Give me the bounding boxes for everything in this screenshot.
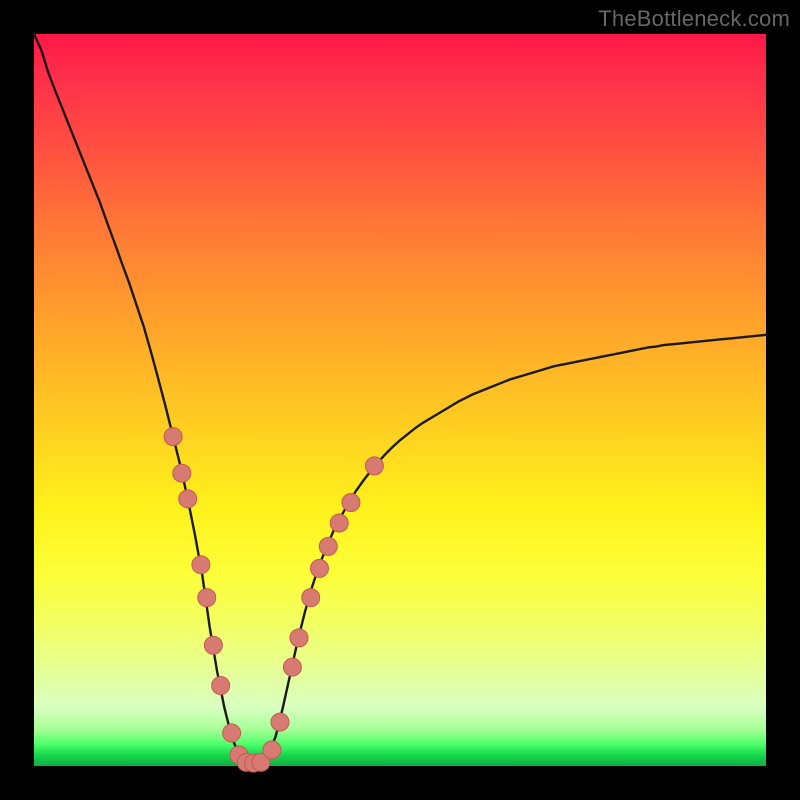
data-marker xyxy=(310,559,328,577)
data-marker xyxy=(302,589,320,607)
data-marker xyxy=(198,589,216,607)
data-marker xyxy=(173,464,191,482)
data-marker xyxy=(192,556,210,574)
data-marker xyxy=(319,537,337,555)
curve-svg xyxy=(34,34,766,766)
data-marker xyxy=(283,658,301,676)
data-marker xyxy=(212,676,230,694)
bottleneck-curve xyxy=(34,34,766,763)
data-marker xyxy=(342,493,360,511)
data-marker xyxy=(223,724,241,742)
chart-frame: TheBottleneck.com xyxy=(0,0,800,800)
data-marker xyxy=(204,636,222,654)
data-marker xyxy=(271,713,289,731)
data-marker xyxy=(365,457,383,475)
data-marker xyxy=(179,490,197,508)
data-marker xyxy=(263,741,281,759)
watermark-text: TheBottleneck.com xyxy=(598,6,790,32)
data-marker xyxy=(164,428,182,446)
data-markers xyxy=(164,428,383,772)
data-marker xyxy=(290,629,308,647)
data-marker xyxy=(330,514,348,532)
plot-area xyxy=(34,34,766,766)
